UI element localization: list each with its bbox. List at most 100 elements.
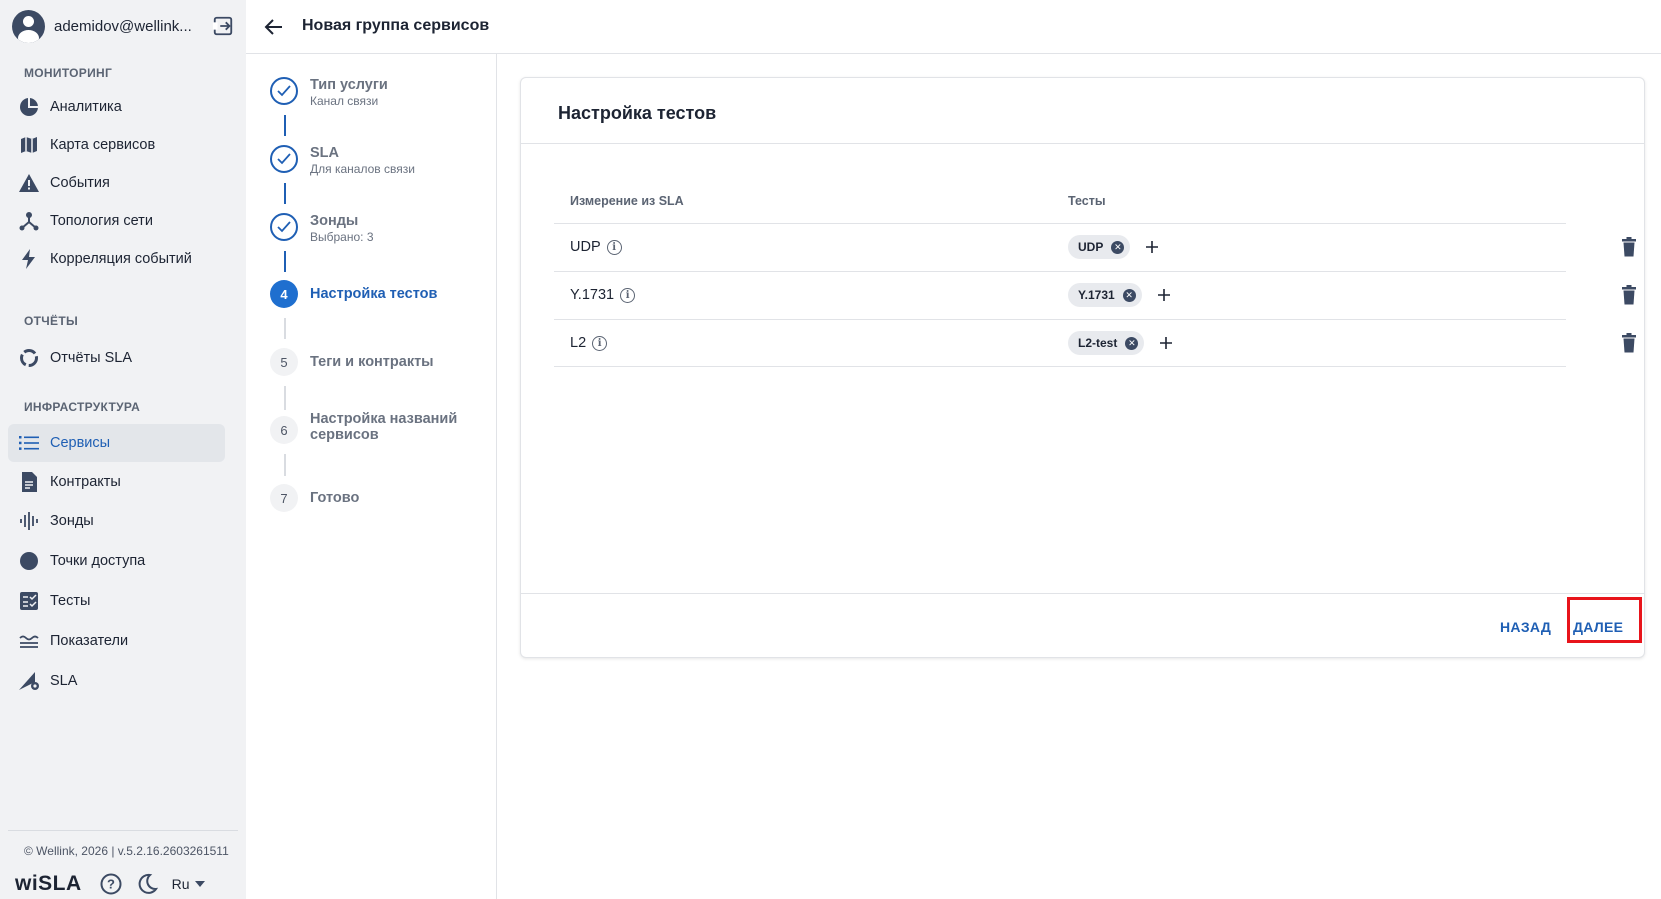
tests-cell: Y.1731 ✕ [1068, 283, 1174, 307]
tests-cell: L2-test ✕ [1068, 331, 1176, 355]
sidebar-item-label: Отчёты SLA [50, 350, 133, 366]
sidebar-item-label: Зонды [50, 513, 94, 529]
copyright: © Wellink, 2026 | v.5.2.16.2603261511 [24, 844, 229, 858]
column-header-tests: Тесты [1068, 194, 1106, 208]
circle-progress-icon [18, 347, 40, 369]
section-title-reports: ОТЧЁТЫ [24, 314, 79, 328]
sidebar-item-metrics[interactable]: Показатели [8, 622, 225, 660]
sidebar-item-access-points[interactable]: Точки доступа [8, 542, 225, 580]
plus-icon[interactable] [1142, 237, 1162, 257]
sidebar-item-label: SLA [50, 673, 78, 689]
plus-icon[interactable] [1156, 333, 1176, 353]
wizard-stepper: Тип услуги Канал связи SLA Для каналов с… [246, 54, 497, 899]
chip-label: UDP [1078, 240, 1104, 254]
measurement-name: Y.1731 [570, 287, 615, 303]
help-icon[interactable]: ? [100, 873, 122, 895]
sidebar-item-topology[interactable]: Топология сети [8, 202, 225, 240]
user-panel[interactable]: ademidov@wellink... [12, 9, 234, 43]
tests-cell: UDP ✕ [1068, 235, 1162, 259]
map-icon [18, 134, 40, 156]
sidebar-item-sla[interactable]: SLA [8, 662, 225, 700]
test-chip[interactable]: Y.1731 ✕ [1068, 283, 1142, 307]
sidebar-item-label: Корреляция событий [50, 251, 192, 267]
step-connector [284, 454, 286, 476]
trash-icon[interactable] [1618, 236, 1640, 258]
step-title-line2: сервисов [310, 427, 379, 443]
plus-icon[interactable] [1154, 285, 1174, 305]
step-title: Теги и контракты [310, 354, 434, 370]
warning-icon [18, 172, 40, 194]
wisla-logo: wiSLA [15, 872, 82, 895]
sidebar-item-label: Контракты [50, 474, 121, 490]
dark-mode-icon[interactable] [136, 873, 158, 895]
info-icon[interactable]: i [620, 287, 636, 303]
section-title-monitoring: МОНИТОРИНГ [24, 66, 113, 80]
sidebar-item-contracts[interactable]: Контракты [8, 463, 225, 501]
row-measurement: Y.1731 i [570, 287, 636, 303]
step-title: Настройка тестов [310, 286, 438, 302]
back-arrow-icon[interactable] [262, 15, 286, 39]
back-button[interactable]: НАЗАД [1500, 619, 1551, 635]
checklist-icon [18, 590, 40, 612]
pie-chart-icon [18, 96, 40, 118]
step-subtitle: Канал связи [310, 94, 379, 108]
sidebar-divider [8, 830, 238, 831]
test-chip[interactable]: UDP ✕ [1068, 235, 1131, 259]
close-icon[interactable]: ✕ [1125, 336, 1139, 350]
test-chip[interactable]: L2-test ✕ [1068, 331, 1145, 355]
sidebar-item-label: Показатели [50, 633, 129, 649]
measurement-name: L2 [570, 335, 587, 351]
trash-icon[interactable] [1618, 284, 1640, 306]
sidebar-item-label: Тесты [50, 593, 91, 609]
language-value: Ru [171, 876, 190, 892]
sidebar-item-sla-reports[interactable]: Отчёты SLA [8, 339, 225, 377]
language-select[interactable]: Ru [172, 876, 205, 892]
step-subtitle: Выбрано: 3 [310, 230, 374, 244]
step-title: Настройка названий [310, 411, 458, 427]
chip-label: L2-test [1078, 336, 1118, 350]
card-title: Настройка тестов [558, 103, 717, 123]
step-title: Зонды [310, 213, 359, 229]
topology-icon [18, 210, 40, 232]
sidebar-item-probes[interactable]: Зонды [8, 502, 225, 540]
sidebar-item-label: События [50, 175, 110, 191]
sidebar-item-tests[interactable]: Тесты [8, 582, 225, 620]
sidebar-item-services[interactable]: Сервисы [8, 424, 225, 462]
step-connector [284, 386, 286, 410]
sidebar-item-analytics[interactable]: Аналитика [8, 88, 225, 126]
sidebar-item-label: Аналитика [50, 99, 122, 115]
step-number: 5 [270, 348, 298, 376]
sidebar-item-service-map[interactable]: Карта сервисов [8, 126, 225, 164]
sidebar-item-label: Карта сервисов [50, 137, 156, 153]
test-setup-card: Настройка тестов Измерение из SLA Тесты … [520, 77, 1645, 658]
step-connector [284, 183, 286, 204]
check-icon [270, 145, 298, 173]
svg-text:?: ? [107, 877, 115, 892]
check-icon [270, 77, 298, 105]
info-icon[interactable]: i [592, 335, 608, 351]
close-icon[interactable]: ✕ [1122, 288, 1136, 302]
sidebar-item-correlation[interactable]: Корреляция событий [8, 240, 225, 278]
measurement-name: UDP [570, 239, 601, 255]
logout-icon[interactable] [212, 15, 234, 37]
info-icon[interactable]: i [606, 239, 622, 255]
document-icon [18, 471, 40, 493]
card-footer-divider [521, 593, 1644, 594]
table-row: UDP i UDP ✕ [554, 223, 1636, 271]
sidebar-item-events[interactable]: События [8, 164, 225, 202]
row-measurement: UDP i [570, 239, 622, 255]
close-icon[interactable]: ✕ [1111, 240, 1125, 254]
step-number: 6 [270, 416, 298, 444]
check-icon [270, 213, 298, 241]
table-row: Y.1731 i Y.1731 ✕ [554, 271, 1636, 319]
table-row: L2 i L2-test ✕ [554, 319, 1636, 367]
list-icon [18, 432, 40, 454]
step-subtitle: Для каналов связи [310, 162, 415, 176]
user-name: ademidov@wellink... [54, 17, 192, 35]
circle-icon [18, 550, 40, 572]
chip-label: Y.1731 [1078, 288, 1115, 302]
avatar[interactable] [12, 9, 45, 43]
page-header: Новая группа сервисов [246, 0, 1661, 54]
sidebar-item-label: Топология сети [50, 213, 153, 229]
trash-icon[interactable] [1618, 332, 1640, 354]
